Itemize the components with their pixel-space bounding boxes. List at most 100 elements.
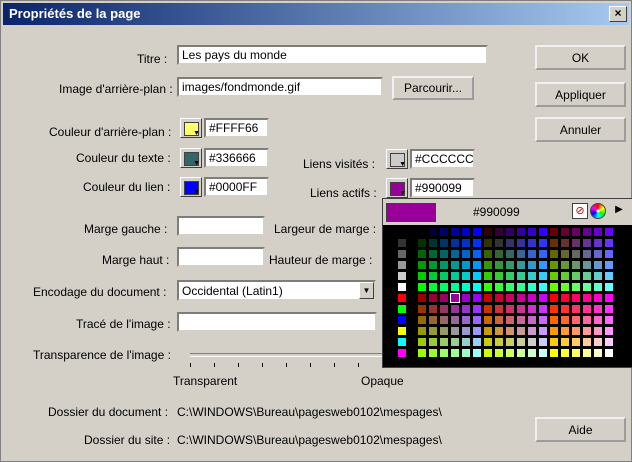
color-swatch[interactable] (461, 315, 471, 325)
color-swatch[interactable] (549, 326, 559, 336)
color-swatch[interactable] (549, 337, 559, 347)
color-swatch[interactable] (450, 337, 460, 347)
color-swatch[interactable] (604, 282, 614, 292)
color-swatch[interactable] (494, 260, 504, 270)
color-swatch[interactable] (538, 271, 548, 281)
color-swatch[interactable] (538, 304, 548, 314)
color-swatch[interactable] (483, 304, 493, 314)
color-swatch[interactable] (494, 282, 504, 292)
color-swatch[interactable] (450, 348, 460, 358)
active-color-field[interactable]: #990099 (410, 178, 475, 198)
color-swatch[interactable] (549, 282, 559, 292)
color-swatch[interactable] (593, 282, 603, 292)
color-swatch[interactable] (527, 348, 537, 358)
color-swatch[interactable] (571, 293, 581, 303)
color-swatch[interactable] (516, 326, 526, 336)
color-swatch[interactable] (538, 260, 548, 270)
chevron-down-icon[interactable]: ▼ (359, 282, 374, 299)
color-swatch[interactable] (549, 348, 559, 358)
color-swatch[interactable] (593, 348, 603, 358)
color-swatch[interactable] (483, 293, 493, 303)
menu-arrow-icon[interactable]: ▶ (611, 203, 627, 219)
color-swatch[interactable] (560, 304, 570, 314)
bg-color-field[interactable]: #FFFF66 (204, 118, 269, 138)
color-swatch[interactable] (516, 348, 526, 358)
color-swatch[interactable] (538, 348, 548, 358)
color-swatch[interactable] (604, 293, 614, 303)
color-swatch[interactable] (428, 260, 438, 270)
color-swatch[interactable] (582, 271, 592, 281)
color-swatch[interactable] (560, 315, 570, 325)
text-color-picker-button[interactable]: ▼ (180, 148, 202, 168)
title-field[interactable]: Les pays du monde (177, 45, 488, 65)
color-swatch[interactable] (571, 304, 581, 314)
color-swatch[interactable] (494, 315, 504, 325)
color-swatch[interactable] (527, 260, 537, 270)
color-swatch[interactable] (483, 238, 493, 248)
color-swatch[interactable] (604, 249, 614, 259)
color-swatch[interactable] (461, 271, 471, 281)
color-swatch[interactable] (516, 227, 526, 237)
color-swatch[interactable] (461, 293, 471, 303)
color-swatch[interactable] (439, 271, 449, 281)
color-swatch[interactable] (472, 337, 482, 347)
color-swatch[interactable] (483, 249, 493, 259)
color-swatch[interactable] (571, 249, 581, 259)
color-swatch[interactable] (494, 238, 504, 248)
color-swatch[interactable] (417, 326, 427, 336)
color-swatch[interactable] (582, 249, 592, 259)
color-swatch[interactable] (538, 293, 548, 303)
color-swatch[interactable] (593, 238, 603, 248)
color-swatch[interactable] (593, 227, 603, 237)
color-swatch[interactable] (527, 227, 537, 237)
color-swatch[interactable] (505, 282, 515, 292)
color-swatch[interactable] (549, 304, 559, 314)
color-swatch[interactable] (582, 227, 592, 237)
color-swatch[interactable] (483, 271, 493, 281)
color-swatch[interactable] (472, 260, 482, 270)
color-swatch[interactable] (450, 282, 460, 292)
color-swatch[interactable] (417, 304, 427, 314)
color-swatch[interactable] (505, 326, 515, 336)
color-swatch[interactable] (571, 337, 581, 347)
color-swatch[interactable] (397, 260, 407, 270)
color-swatch[interactable] (571, 271, 581, 281)
color-swatch[interactable] (494, 348, 504, 358)
color-swatch[interactable] (505, 238, 515, 248)
close-button[interactable]: × (609, 6, 627, 22)
color-swatch[interactable] (483, 337, 493, 347)
color-swatch[interactable] (593, 260, 603, 270)
color-swatch[interactable] (397, 337, 407, 347)
color-swatch[interactable] (483, 348, 493, 358)
color-swatch[interactable] (549, 260, 559, 270)
color-swatch[interactable] (604, 238, 614, 248)
color-swatch[interactable] (604, 348, 614, 358)
color-swatch[interactable] (516, 315, 526, 325)
color-swatch[interactable] (527, 249, 537, 259)
color-swatch[interactable] (417, 238, 427, 248)
color-swatch[interactable] (428, 348, 438, 358)
cancel-button[interactable]: Annuler (535, 117, 626, 142)
apply-button[interactable]: Appliquer (535, 82, 626, 107)
color-swatch[interactable] (472, 326, 482, 336)
color-swatch[interactable] (439, 293, 449, 303)
color-swatch[interactable] (560, 326, 570, 336)
color-swatch[interactable] (494, 227, 504, 237)
color-swatch[interactable] (397, 293, 407, 303)
color-wheel-icon[interactable] (590, 203, 606, 219)
color-swatch[interactable] (593, 315, 603, 325)
color-swatch[interactable] (549, 293, 559, 303)
color-swatch[interactable] (428, 238, 438, 248)
color-swatch[interactable] (461, 304, 471, 314)
color-swatch[interactable] (428, 315, 438, 325)
color-swatch[interactable] (538, 315, 548, 325)
color-swatch[interactable] (439, 348, 449, 358)
color-swatch[interactable] (505, 227, 515, 237)
color-swatch[interactable] (527, 337, 537, 347)
color-swatch[interactable] (483, 227, 493, 237)
color-swatch[interactable] (494, 304, 504, 314)
ok-button[interactable]: OK (535, 45, 626, 70)
color-swatch[interactable] (538, 249, 548, 259)
help-button[interactable]: Aide (535, 417, 626, 442)
color-swatch[interactable] (450, 304, 460, 314)
